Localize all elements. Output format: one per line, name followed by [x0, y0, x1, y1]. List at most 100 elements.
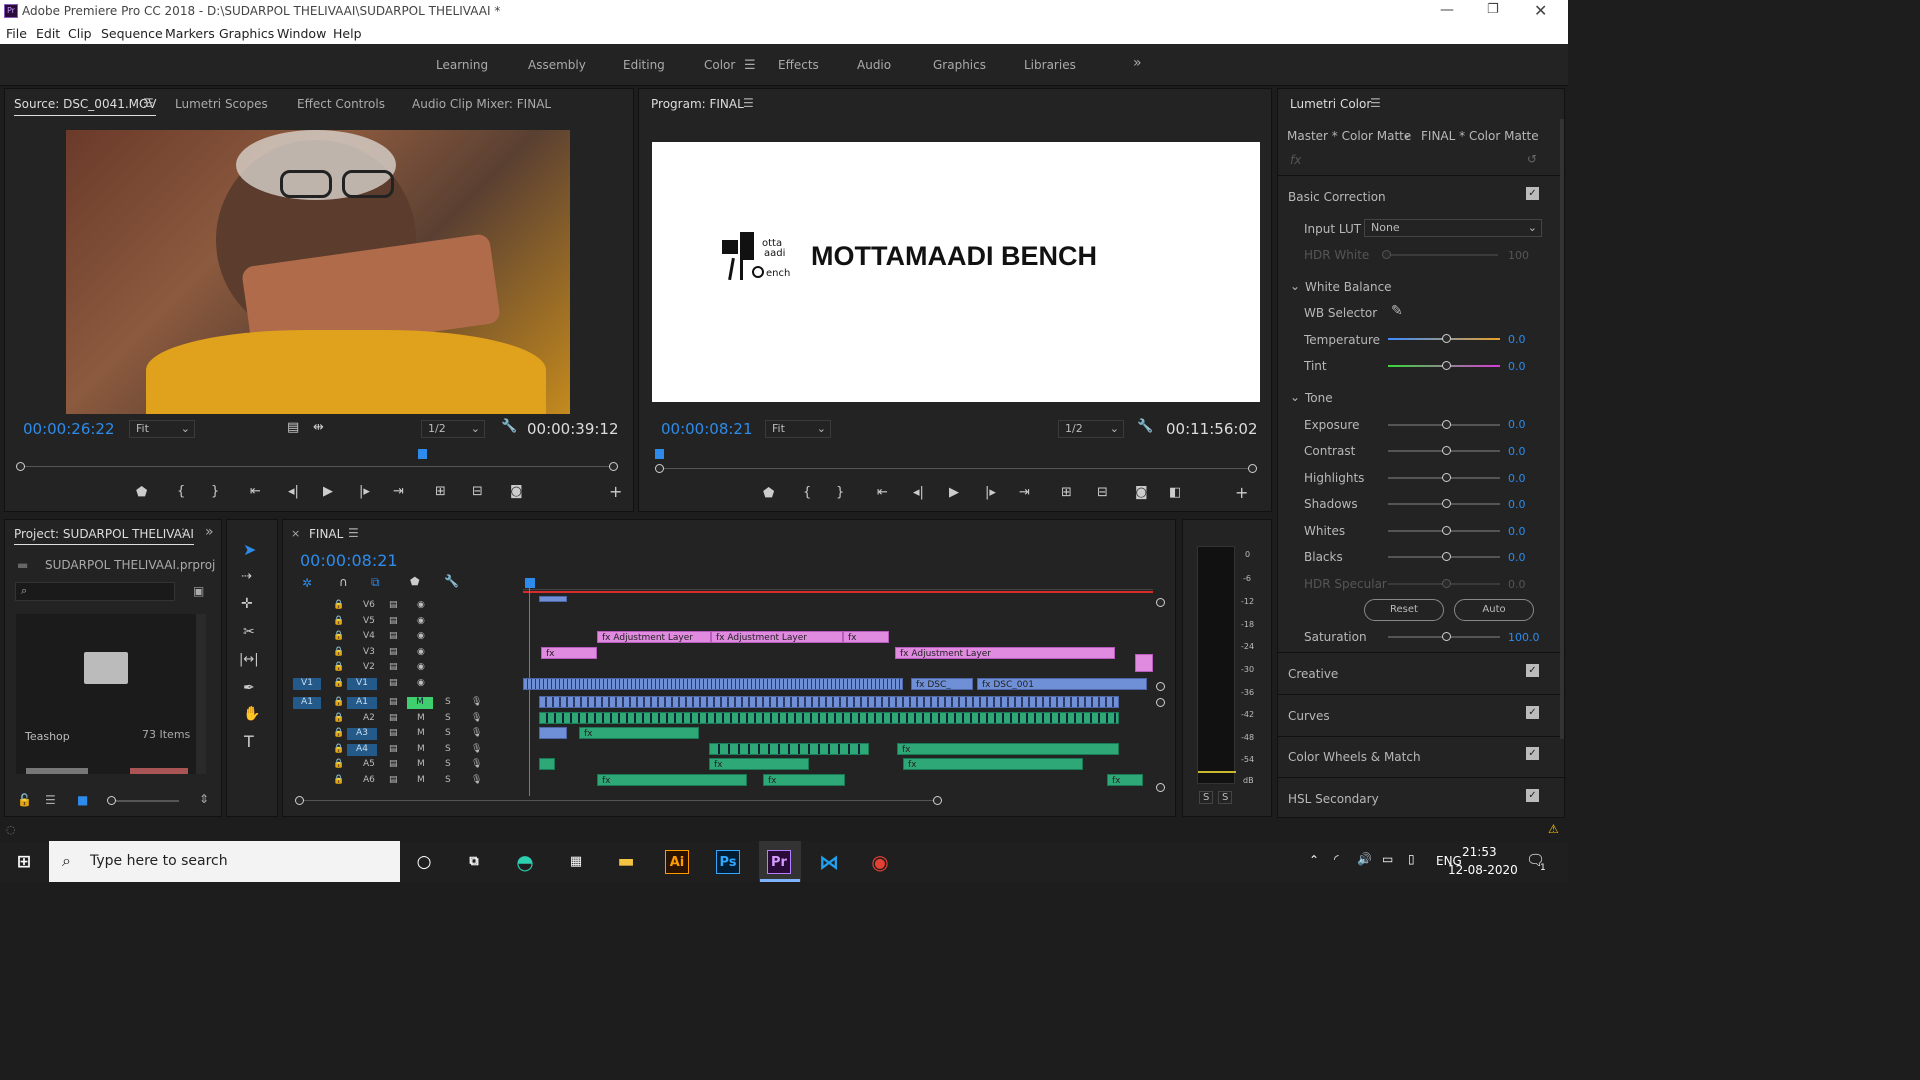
volume-icon[interactable]: 🔊	[1357, 852, 1372, 866]
reset-button[interactable]: Reset	[1364, 599, 1444, 621]
panel-menu-icon[interactable]: ☰	[348, 526, 359, 540]
tab-lumetri-scopes[interactable]: Lumetri Scopes	[175, 97, 268, 111]
sync-lock-icon[interactable]: ▤	[389, 728, 398, 738]
eye-icon[interactable]: ◉	[417, 647, 425, 657]
lock-icon[interactable]: 🔒	[333, 728, 344, 738]
tab-project[interactable]: Project: SUDARPOL THELIVAAI	[14, 527, 194, 545]
creative-checkbox[interactable]: ✓	[1526, 664, 1539, 677]
vertical-zoom-handle[interactable]	[1156, 682, 1165, 691]
microphone-icon[interactable]: 🎙	[471, 697, 482, 707]
whites-knob[interactable]	[1442, 526, 1451, 535]
project-scrollbar[interactable]	[196, 614, 206, 774]
sync-lock-icon[interactable]: ▤	[389, 744, 398, 754]
program-resolution-select[interactable]: 1/2 ⌄	[1058, 420, 1124, 438]
lock-icon[interactable]: 🔒	[333, 759, 344, 769]
curves-checkbox[interactable]: ✓	[1526, 706, 1539, 719]
color-wheels-checkbox[interactable]: ✓	[1526, 747, 1539, 760]
chrome-icon[interactable]: ◉	[868, 850, 892, 874]
go-to-out-icon[interactable]: ⇥	[393, 484, 404, 499]
blacks-knob[interactable]	[1442, 552, 1451, 561]
more-panels-icon[interactable]: »	[205, 524, 214, 540]
solo-button-a5[interactable]: S	[445, 759, 451, 769]
solo-button-a1[interactable]: S	[445, 697, 451, 707]
store-icon[interactable]: ▦	[564, 850, 588, 874]
project-search-input[interactable]: ⌕	[15, 582, 175, 601]
vertical-zoom-handle[interactable]	[1156, 783, 1165, 792]
illustrator-icon[interactable]: Ai	[665, 850, 689, 874]
sync-lock-icon[interactable]: ▤	[389, 678, 398, 688]
source-patch-v1[interactable]: V1	[293, 678, 321, 690]
premiere-icon[interactable]: Pr	[767, 850, 791, 874]
restore-button[interactable]: ❐	[1487, 2, 1499, 17]
audio-clip-a2[interactable]	[539, 712, 1119, 724]
sync-lock-icon[interactable]: ▤	[389, 697, 398, 707]
microphone-icon[interactable]: 🎙	[471, 713, 482, 723]
add-marker-icon[interactable]: ⬟	[763, 486, 774, 501]
slip-tool-icon[interactable]: |↔|	[239, 652, 259, 667]
sync-lock-icon[interactable]: ▤	[389, 662, 398, 672]
step-forward-icon[interactable]: |▸	[359, 484, 370, 499]
sync-lock-icon[interactable]: ▤	[389, 775, 398, 785]
lock-icon[interactable]: 🔒	[333, 744, 344, 754]
task-view-icon[interactable]: ⧉	[462, 850, 486, 874]
timeline-zoom-end-handle[interactable]	[933, 796, 942, 805]
audio-clip-a5c[interactable]: fx	[903, 758, 1083, 770]
audio-clip-a3b[interactable]	[539, 727, 567, 739]
bin-thumbnail[interactable]: Teashop 73 Items	[16, 614, 206, 774]
curves-header[interactable]: Curves	[1288, 709, 1330, 723]
ripple-edit-tool-icon[interactable]: ✛	[241, 596, 253, 612]
lock-icon[interactable]: 🔒	[333, 678, 344, 688]
battery-icon[interactable]: ▭	[1382, 852, 1393, 866]
exposure-value[interactable]: 0.0	[1508, 418, 1526, 431]
type-tool-icon[interactable]: T	[244, 732, 254, 751]
mark-in-icon[interactable]: {	[177, 484, 185, 499]
microphone-icon[interactable]: 🎙	[471, 775, 482, 785]
white-balance-header[interactable]: White Balance	[1305, 280, 1392, 294]
workspace-assembly[interactable]: Assembly	[528, 58, 586, 72]
taskbar-search-box[interactable]: ⌕ Type here to search	[49, 841, 400, 882]
workspace-color[interactable]: Color	[704, 58, 735, 72]
mark-in-icon[interactable]: {	[803, 485, 811, 500]
warning-icon[interactable]: ⚠	[1548, 822, 1559, 836]
saturation-value[interactable]: 100.0	[1508, 631, 1540, 644]
adjustment-layer-clip[interactable]: fx	[843, 631, 889, 643]
hand-tool-icon[interactable]: ✋	[243, 706, 260, 722]
cortana-icon[interactable]: ○	[412, 850, 436, 874]
tint-value[interactable]: 0.0	[1508, 360, 1526, 373]
audio-clip-a6[interactable]: fx	[597, 774, 747, 786]
solo-button-a6[interactable]: S	[445, 775, 451, 785]
menu-file[interactable]: File	[6, 26, 27, 41]
temperature-value[interactable]: 0.0	[1508, 333, 1526, 346]
workspace-effects[interactable]: Effects	[778, 58, 819, 72]
solo-button-a2[interactable]: S	[445, 713, 451, 723]
clip-dsc[interactable]: fx DSC_	[911, 678, 973, 690]
chevron-down-icon[interactable]: ⌄	[1290, 279, 1300, 293]
timeline-clips-area[interactable]: fx Adjustment Layer fx Adjustment Layer …	[523, 596, 1153, 796]
audio-clip-a3[interactable]: fx	[579, 727, 699, 739]
play-icon[interactable]: ▶	[949, 485, 959, 500]
program-zoom-end-handle[interactable]	[1248, 464, 1257, 473]
source-resolution-select[interactable]: 1/2 ⌄	[421, 420, 485, 438]
source-zoom-end-handle[interactable]	[609, 462, 618, 471]
reset-effect-icon[interactable]: ↺	[1527, 152, 1537, 166]
panel-menu-icon[interactable]: ☰	[143, 96, 154, 110]
source-zoom-start-handle[interactable]	[16, 462, 25, 471]
program-fit-select[interactable]: Fit ⌄	[765, 420, 831, 438]
lumetri-scrollbar[interactable]	[1560, 119, 1564, 739]
highlights-knob[interactable]	[1442, 473, 1451, 482]
microphone-icon[interactable]: 🎙	[471, 728, 482, 738]
eyedropper-icon[interactable]: ✎	[1391, 303, 1403, 319]
lock-icon[interactable]: 🔒	[333, 616, 344, 626]
lock-icon[interactable]: 🔓	[17, 793, 32, 807]
mark-out-icon[interactable]: }	[211, 484, 219, 499]
source-fit-select[interactable]: Fit ⌄	[129, 420, 195, 438]
tab-program[interactable]: Program: FINAL	[651, 97, 744, 111]
snap-icon[interactable]: ∩	[339, 575, 348, 589]
lock-icon[interactable]: 🔒	[333, 697, 344, 707]
menu-markers[interactable]: Markers	[165, 26, 215, 41]
unknown-tray-icon[interactable]: ▯	[1408, 852, 1415, 866]
chevron-down-icon[interactable]: ⌄	[1402, 127, 1412, 141]
microphone-icon[interactable]: 🎙	[471, 744, 482, 754]
program-playhead-timecode[interactable]: 00:00:08:21	[661, 420, 753, 438]
workspace-learning[interactable]: Learning	[436, 58, 488, 72]
